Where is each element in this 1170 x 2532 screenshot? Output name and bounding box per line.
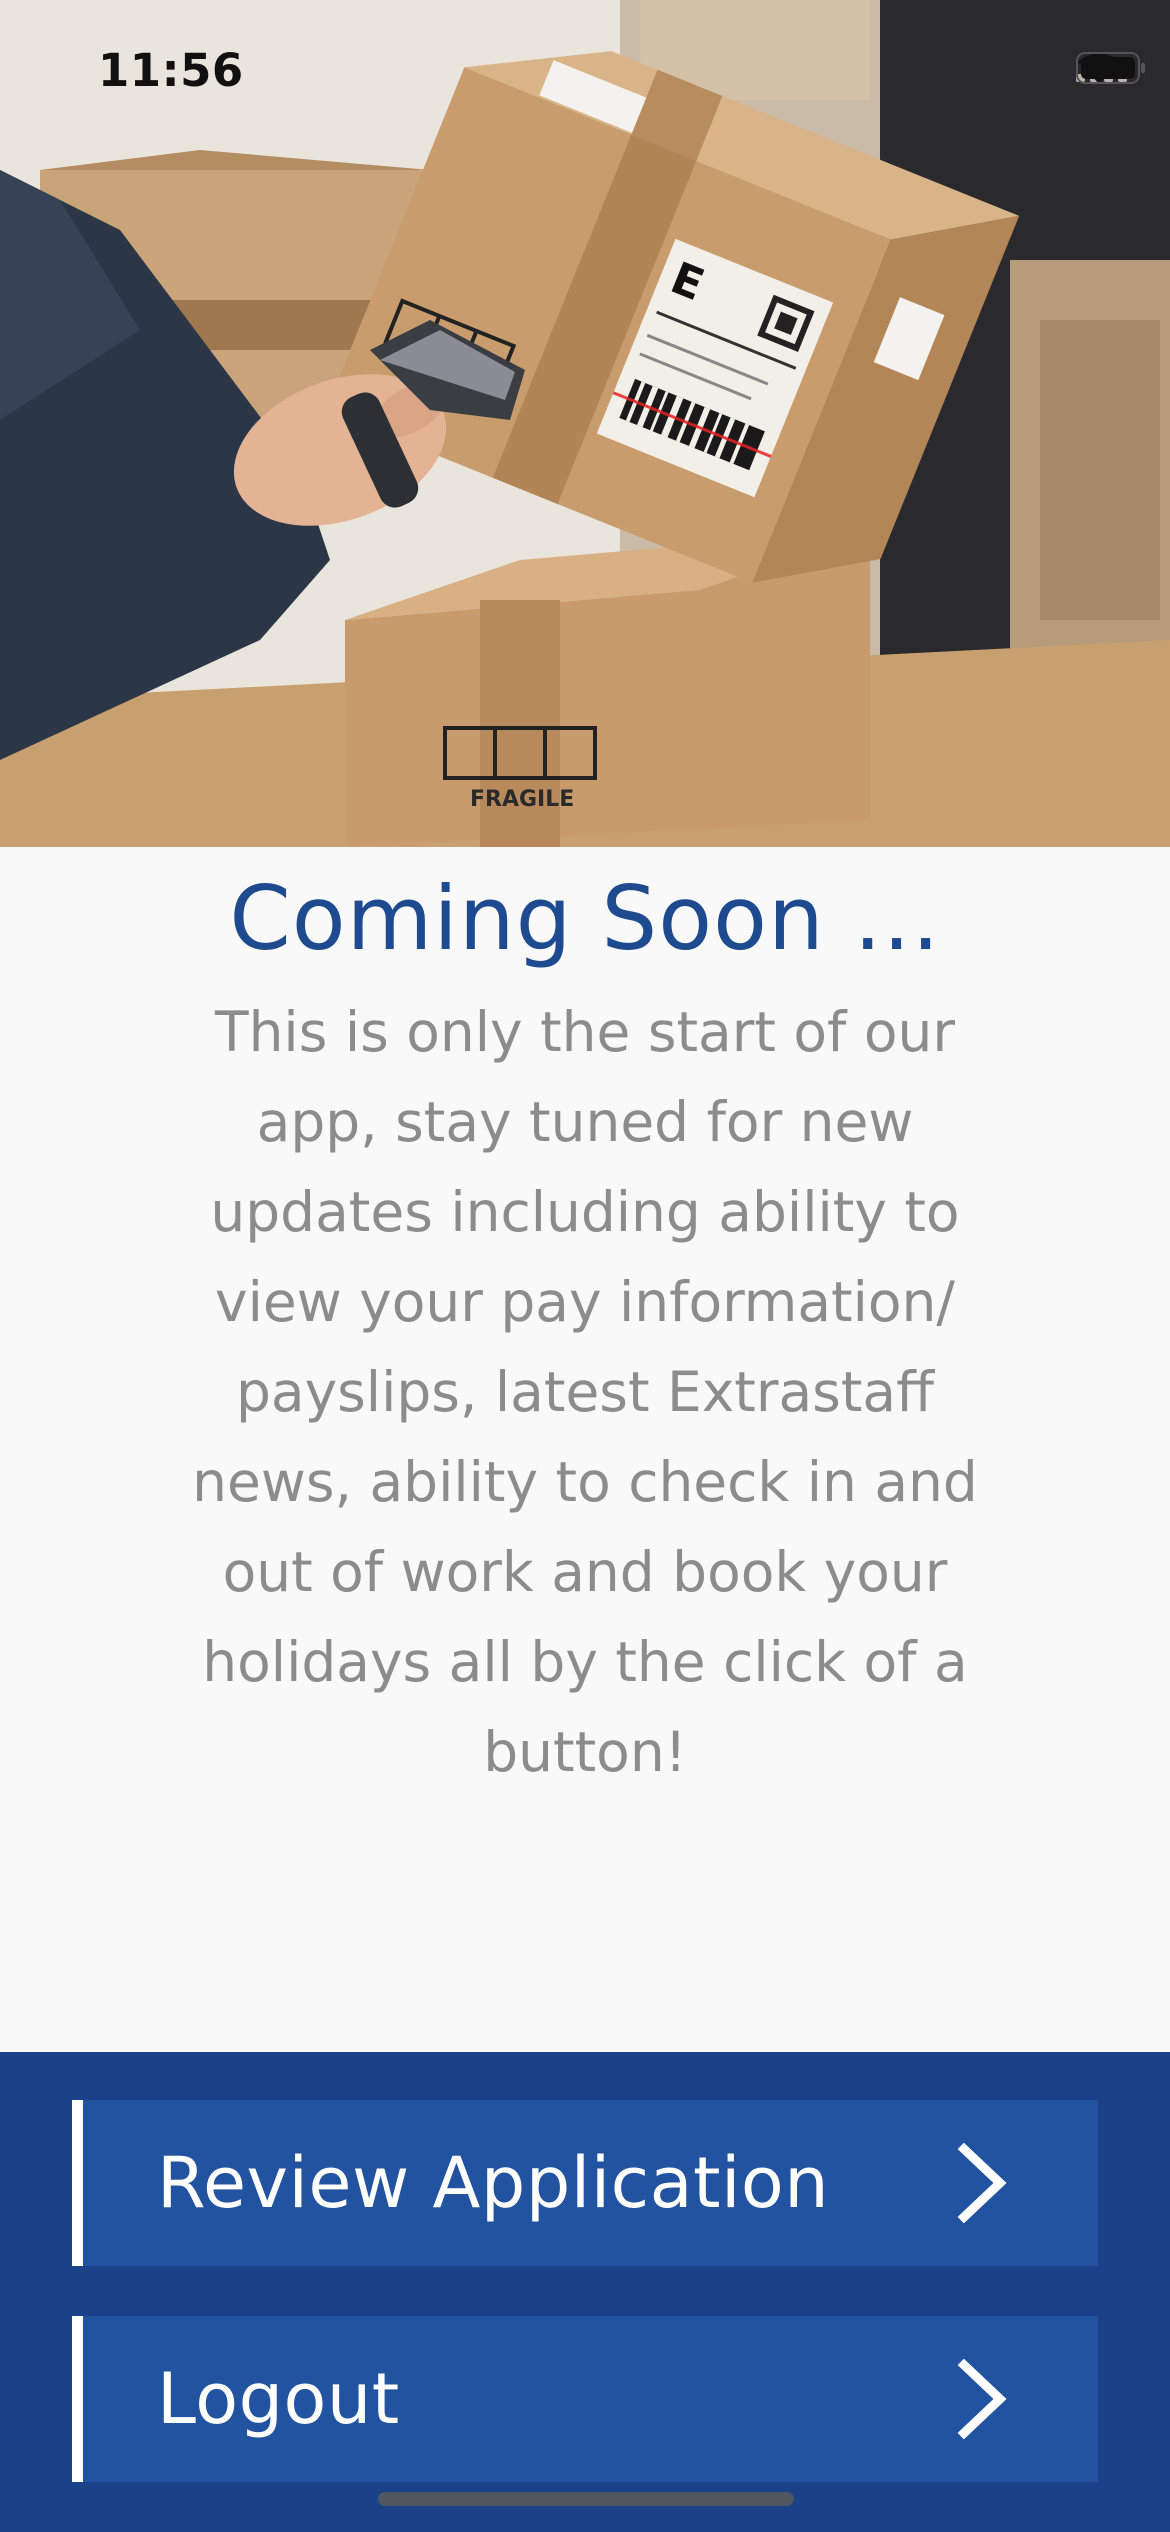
review-application-label: Review Application bbox=[157, 2142, 830, 2224]
fragile-text-lower: FRAGILE bbox=[470, 787, 574, 812]
bottom-action-panel: Review Application Logout bbox=[0, 2052, 1170, 2532]
chevron-right-icon bbox=[957, 2143, 1007, 2223]
hero-image: FRAGILE E 11:56 bbox=[0, 0, 1170, 847]
status-time: 11:56 bbox=[98, 44, 244, 97]
coming-soon-description: This is only the start of our app, stay … bbox=[192, 1000, 978, 1784]
status-bar: 11:56 bbox=[0, 0, 1170, 140]
logout-label: Logout bbox=[157, 2358, 400, 2440]
coming-soon-section: Coming Soon ... This is only the start o… bbox=[0, 847, 1170, 2052]
chevron-right-icon bbox=[957, 2359, 1007, 2439]
home-indicator[interactable] bbox=[378, 2492, 794, 2506]
status-icons bbox=[1076, 52, 1145, 92]
page-title: Coming Soon ... bbox=[229, 867, 941, 970]
review-application-button[interactable]: Review Application bbox=[72, 2100, 1098, 2266]
logout-button[interactable]: Logout bbox=[72, 2316, 1098, 2482]
